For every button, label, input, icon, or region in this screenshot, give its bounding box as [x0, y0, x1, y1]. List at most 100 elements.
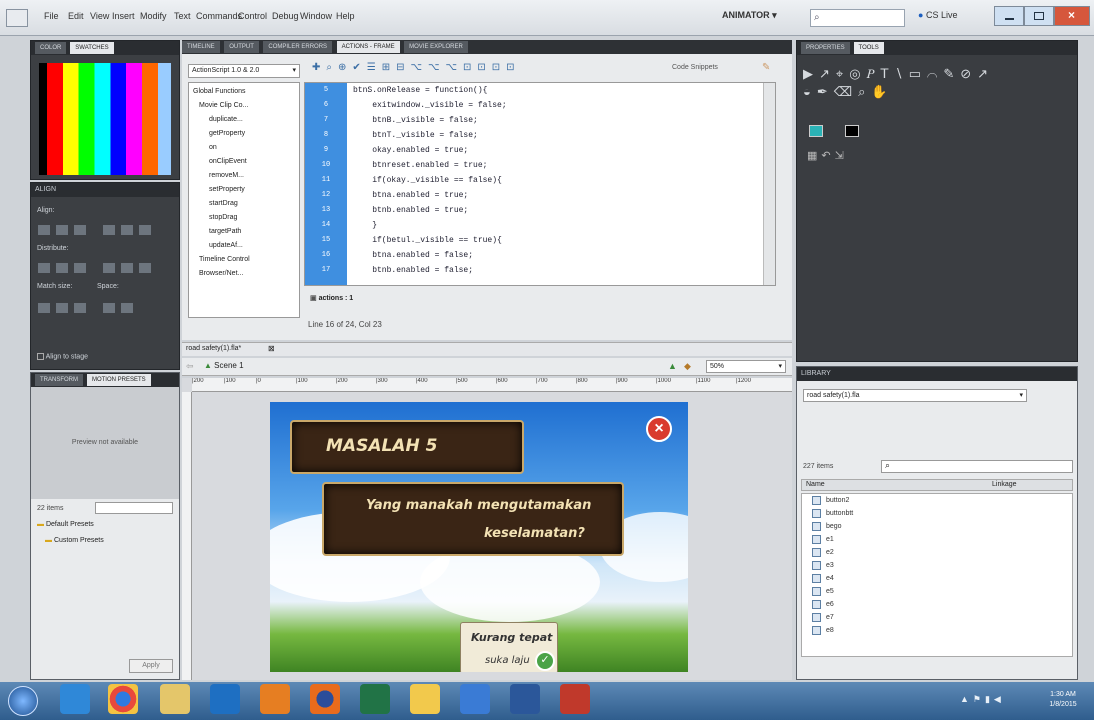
actions-toolbar[interactable]: ✚⌕⊕✔☰⊞⊟⌥⌥⌥⊡⊡⊡⊡	[312, 62, 582, 78]
code-editor[interactable]: 5 6 7 8 9 10 11 12 13 14 15 16 17 btnS.o…	[304, 82, 776, 286]
firefox-icon[interactable]	[310, 684, 340, 714]
tree-item[interactable]: Browser/Net...	[193, 267, 297, 281]
library-item[interactable]: e8	[802, 624, 1072, 637]
preset-folder-custom[interactable]: ▬ Custom Presets	[45, 537, 104, 544]
menu-help[interactable]: Help	[336, 11, 355, 21]
fill-color-swatch[interactable]	[845, 125, 859, 137]
tree-item[interactable]: Timeline Control	[193, 253, 297, 267]
word-icon[interactable]	[510, 684, 540, 714]
menu-modify[interactable]: Modify	[140, 11, 167, 21]
align-buttons[interactable]	[35, 223, 175, 237]
library-search-input[interactable]: ⌕	[881, 460, 1073, 473]
library-item[interactable]: e4	[802, 572, 1072, 585]
start-button[interactable]	[8, 686, 38, 716]
apply-button[interactable]: Apply	[129, 659, 173, 673]
tree-item[interactable]: Global Functions	[193, 85, 297, 99]
scene-breadcrumb[interactable]: ▲ Scene 1	[204, 361, 244, 370]
library-item[interactable]: e3	[802, 559, 1072, 572]
media-player-icon[interactable]	[260, 684, 290, 714]
tree-item[interactable]: Movie Clip Co...	[193, 99, 297, 113]
library-item[interactable]: e2	[802, 546, 1072, 559]
actions-toolbox-tree[interactable]: Global Functions Movie Clip Co... duplic…	[188, 82, 300, 318]
outlook-icon[interactable]	[210, 684, 240, 714]
explorer-icon[interactable]	[160, 684, 190, 714]
library-item[interactable]: bego	[802, 520, 1072, 533]
tray-icons[interactable]: ▲⚑▮◀	[960, 694, 1005, 705]
tree-item[interactable]: startDrag	[193, 197, 297, 211]
tree-item[interactable]: removeM...	[193, 169, 297, 183]
maximize-button[interactable]	[1024, 6, 1054, 26]
pin-icon[interactable]: ✎	[762, 62, 770, 73]
script-version-select[interactable]: ActionScript 1.0 & 2.0 ▾	[188, 64, 300, 78]
tree-item[interactable]: updateAf...	[193, 239, 297, 253]
library-item[interactable]: e7	[802, 611, 1072, 624]
tab-motion-presets[interactable]: MOTION PRESETS	[86, 374, 151, 386]
ie-icon[interactable]	[60, 684, 90, 714]
menu-text[interactable]: Text	[174, 11, 191, 21]
library-item[interactable]: e1	[802, 533, 1072, 546]
menu-view[interactable]: View	[90, 11, 109, 21]
swatch-grid[interactable]	[39, 63, 171, 175]
preset-folder-default[interactable]: ▬ Default Presets	[37, 521, 94, 528]
close-stage-icon[interactable]: ×	[646, 416, 672, 442]
frame-tab[interactable]: ▣ actions : 1	[310, 294, 353, 302]
cs-live-button[interactable]: ● CS Live	[918, 10, 957, 20]
col-linkage[interactable]: Linkage	[992, 480, 1017, 490]
menu-insert[interactable]: Insert	[112, 11, 135, 21]
close-tab-icon[interactable]: ⊠	[268, 344, 275, 353]
menu-debug[interactable]: Debug	[272, 11, 299, 21]
library-file-select[interactable]: road safety(1).fla ▾	[803, 389, 1027, 402]
tab-tools[interactable]: TOOLS	[853, 42, 884, 54]
tree-item[interactable]: onClipEvent	[193, 155, 297, 169]
edit-symbol-icon[interactable]: ◆	[684, 361, 691, 372]
tree-item[interactable]: targetPath	[193, 225, 297, 239]
menu-commands[interactable]: Commands	[196, 11, 242, 21]
document-tab[interactable]: road safety(1).fla*	[186, 345, 241, 352]
tree-item[interactable]: setProperty	[193, 183, 297, 197]
tab-actions-frame[interactable]: ACTIONS - FRAME	[336, 41, 400, 53]
minimize-button[interactable]	[994, 6, 1024, 26]
tab-compiler-errors[interactable]: COMPILER ERRORS	[263, 41, 333, 53]
library-item[interactable]: e5	[802, 585, 1072, 598]
project-icon[interactable]	[460, 684, 490, 714]
workspace-switcher[interactable]: ANIMATOR ▾	[722, 10, 777, 21]
menu-file[interactable]: File	[44, 11, 59, 21]
tab-transform[interactable]: TRANSFORM	[35, 374, 83, 386]
search-input[interactable]: ⌕	[810, 9, 905, 27]
tool-options[interactable]: ▦↶⇲	[807, 149, 848, 162]
menu-window[interactable]: Window	[300, 11, 332, 21]
tree-item[interactable]: getProperty	[193, 127, 297, 141]
col-name[interactable]: Name	[806, 480, 825, 490]
stage-canvas[interactable]: MASALAH 5 × Yang manakah mengutamakan ke…	[270, 402, 688, 672]
edit-scene-icon[interactable]: ▲	[668, 361, 677, 371]
chrome-icon[interactable]	[108, 684, 138, 714]
folder-icon[interactable]	[410, 684, 440, 714]
menu-edit[interactable]: Edit	[68, 11, 84, 21]
align-to-stage-checkbox[interactable]: Align to stage	[37, 353, 88, 360]
tab-swatches[interactable]: SWATCHES	[70, 42, 114, 54]
tab-properties[interactable]: PROPERTIES	[801, 42, 850, 54]
match-size-buttons[interactable]	[35, 301, 175, 315]
close-window-button[interactable]: ×	[1054, 6, 1090, 26]
excel-icon[interactable]	[360, 684, 390, 714]
tree-item[interactable]: duplicate...	[193, 113, 297, 127]
menu-control[interactable]: Control	[238, 11, 267, 21]
library-item[interactable]: button2	[802, 494, 1072, 507]
code-snippets-button[interactable]: Code Snippets	[672, 64, 718, 71]
flash-icon[interactable]	[560, 684, 590, 714]
question-banner[interactable]: Yang manakah mengutamakan keselamatan?	[322, 482, 624, 556]
tree-item[interactable]: on	[193, 141, 297, 155]
distribute-buttons[interactable]	[35, 261, 175, 275]
presets-search-input[interactable]	[95, 502, 173, 514]
library-item[interactable]: buttonbtt	[802, 507, 1072, 520]
tree-item[interactable]: stopDrag	[193, 211, 297, 225]
tab-movie-explorer[interactable]: MOVIE EXPLORER	[404, 41, 468, 53]
tab-output[interactable]: OUTPUT	[224, 41, 259, 53]
tab-color[interactable]: COLOR	[35, 42, 67, 54]
answer-card[interactable]: Kurang tepat suka laju ✓	[460, 622, 558, 672]
clock[interactable]: 1:30 AM 1/8/2015	[1036, 690, 1090, 710]
title-banner[interactable]: MASALAH 5	[290, 420, 524, 474]
tab-timeline[interactable]: TIMELINE	[182, 41, 220, 53]
zoom-select[interactable]: 50% ▾	[706, 360, 786, 373]
stroke-color-swatch[interactable]	[809, 125, 823, 137]
